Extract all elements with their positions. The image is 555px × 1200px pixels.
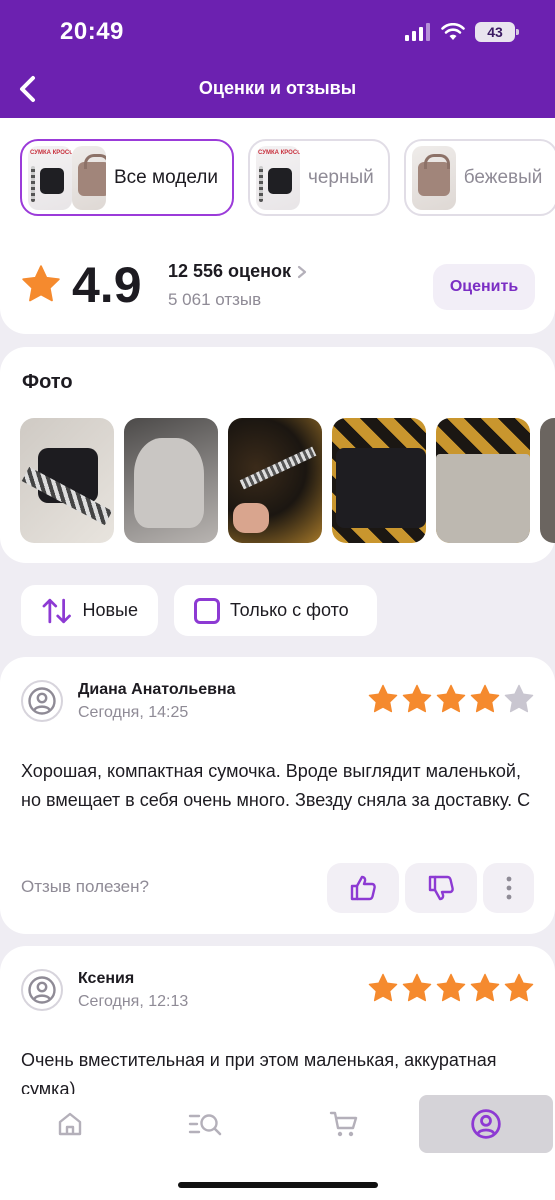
like-button[interactable] xyxy=(327,863,399,913)
review-date: Сегодня, 12:13 xyxy=(78,993,189,1010)
product-thumbnail xyxy=(411,145,456,210)
photo-only-filter[interactable]: Только с фото xyxy=(174,585,377,636)
review-author: Диана Анатольевна xyxy=(78,681,236,698)
review-author: Ксения xyxy=(78,970,135,987)
ratings-count: 12 556 оценок xyxy=(168,261,292,281)
review-photo[interactable] xyxy=(332,418,426,543)
review-text: Очень вместительная и при этом маленькая… xyxy=(21,1050,497,1094)
photos-carousel[interactable] xyxy=(20,418,555,543)
tab-cart[interactable] xyxy=(304,1094,384,1154)
wifi-icon xyxy=(441,23,465,40)
review-date: Сегодня, 14:25 xyxy=(78,704,189,721)
status-bar: 20:49 43 xyxy=(0,18,555,48)
avatar xyxy=(21,680,63,722)
status-icons: 43 xyxy=(405,22,519,42)
tab-profile[interactable] xyxy=(419,1095,553,1153)
review-photo[interactable] xyxy=(540,418,555,543)
review-card: Ксения Сегодня, 12:13 Очень вместительна… xyxy=(0,946,555,1094)
star-filled-icon xyxy=(470,684,500,713)
app-header: 20:49 43 Оценки и отзывы xyxy=(0,0,555,118)
review-stars xyxy=(367,972,535,1004)
user-icon xyxy=(28,976,56,1004)
thumbs-up-icon xyxy=(350,875,376,901)
average-rating: 4.9 xyxy=(72,257,142,313)
sort-arrows-icon xyxy=(42,598,71,623)
status-time: 20:49 xyxy=(60,18,124,45)
star-empty-icon xyxy=(504,684,534,713)
chevron-right-icon xyxy=(297,265,307,278)
product-thumbnail: СУМКА КРОСС-БОДИ xyxy=(28,145,72,210)
rating-summary-card: СУМКА КРОСС-БОДИ Все модели СУМКА КРОСС-… xyxy=(0,118,555,334)
star-filled-icon xyxy=(504,973,534,1002)
star-icon xyxy=(22,265,60,302)
star-filled-icon xyxy=(402,684,432,713)
review-photo[interactable] xyxy=(436,418,530,543)
model-chip-black[interactable]: СУМКА КРОСС-БОДИ черный xyxy=(247,139,390,216)
star-filled-icon xyxy=(436,684,466,713)
home-indicator xyxy=(178,1182,378,1188)
rate-button[interactable]: Оценить xyxy=(433,264,535,310)
model-chip-label: черный xyxy=(307,166,374,188)
product-thumbnail: СУМКА КРОСС-БОДИ xyxy=(255,145,300,210)
review-stars xyxy=(367,683,535,715)
catalog-search-icon xyxy=(188,1114,222,1136)
signal-icon xyxy=(405,23,430,41)
sort-label: Новые xyxy=(82,600,138,620)
bottom-tab-bar xyxy=(0,1094,555,1200)
rating-row: 4.9 12 556 оценок 5 061 отзыв Оценить xyxy=(20,257,535,313)
reviews-count: 5 061 отзыв xyxy=(168,290,262,309)
dislike-button[interactable] xyxy=(405,863,477,913)
helpful-question: Отзыв полезен? xyxy=(21,877,149,896)
model-chip-all[interactable]: СУМКА КРОСС-БОДИ Все модели xyxy=(20,139,234,216)
more-vertical-icon xyxy=(506,876,511,900)
review-card: Диана Анатольевна Сегодня, 14:25 Хорошая… xyxy=(0,657,555,934)
thumbs-down-icon xyxy=(428,875,454,901)
more-options-button[interactable] xyxy=(483,863,534,913)
product-thumbnail xyxy=(72,145,106,210)
sort-button[interactable]: Новые xyxy=(21,585,158,636)
model-chip-label: бежевый xyxy=(463,166,543,188)
page-title: Оценки и отзывы xyxy=(198,78,357,98)
tab-home[interactable] xyxy=(30,1094,110,1154)
star-filled-icon xyxy=(470,973,500,1002)
avatar xyxy=(21,969,63,1011)
star-filled-icon xyxy=(402,973,432,1002)
star-filled-icon xyxy=(436,973,466,1002)
cart-icon xyxy=(329,1111,358,1137)
battery-indicator: 43 xyxy=(475,22,519,42)
model-thumbnails: СУМКА КРОСС-БОДИ xyxy=(28,145,106,210)
tab-catalog[interactable] xyxy=(166,1094,246,1154)
photos-title: Фото xyxy=(22,371,73,393)
profile-icon xyxy=(471,1109,501,1139)
star-filled-icon xyxy=(368,684,398,713)
review-text: Хорошая, компактная сумочка. Вроде выгля… xyxy=(21,761,531,810)
review-photo[interactable] xyxy=(124,418,218,543)
photos-card: Фото xyxy=(0,347,555,563)
star-filled-icon xyxy=(368,973,398,1002)
model-chip-label: Все модели xyxy=(114,166,218,188)
user-icon xyxy=(28,687,56,715)
review-photo[interactable] xyxy=(228,418,322,543)
model-chip-beige[interactable]: бежевый xyxy=(403,139,555,216)
checkbox[interactable] xyxy=(194,597,220,624)
home-icon xyxy=(58,1112,82,1136)
photo-only-label: Только с фото xyxy=(230,600,349,620)
ratings-count-link[interactable]: 12 556 оценок xyxy=(168,261,307,282)
review-photo[interactable] xyxy=(20,418,114,543)
model-filter-row: СУМКА КРОСС-БОДИ Все модели СУМКА КРОСС-… xyxy=(20,139,555,216)
